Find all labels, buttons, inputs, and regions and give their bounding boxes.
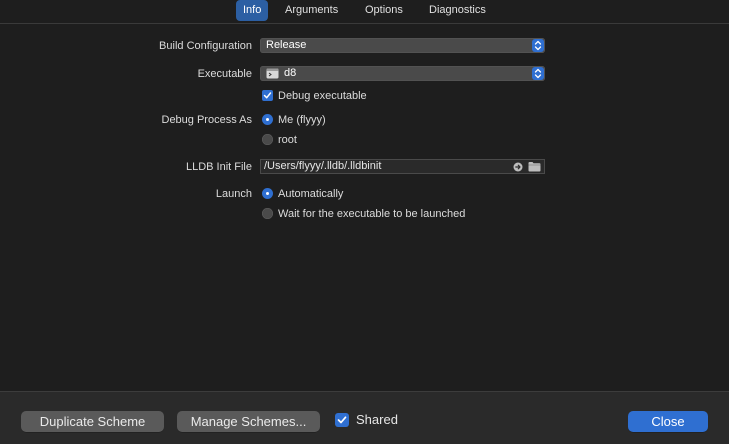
- debug-executable-checkbox[interactable]: [262, 90, 273, 101]
- duplicate-scheme-button[interactable]: Duplicate Scheme: [21, 411, 164, 432]
- radio-root-label: root: [278, 134, 297, 146]
- radio-wait-for-launch-label: Wait for the executable to be launched: [278, 208, 466, 220]
- footer-bar: Duplicate Scheme Manage Schemes... Share…: [0, 391, 729, 444]
- folder-icon[interactable]: [528, 161, 541, 172]
- build-configuration-label: Build Configuration: [159, 40, 252, 52]
- tab-bar: Info Arguments Options Diagnostics: [0, 0, 729, 24]
- radio-me-label: Me (flyyy): [278, 114, 326, 126]
- debug-process-as-label: Debug Process As: [161, 114, 253, 126]
- close-button[interactable]: Close: [628, 411, 708, 432]
- lldb-init-file-label: LLDB Init File: [185, 161, 252, 173]
- terminal-icon: [266, 68, 279, 79]
- executable-value: d8: [284, 67, 297, 79]
- radio-me[interactable]: [262, 114, 273, 125]
- radio-automatically[interactable]: [262, 188, 273, 199]
- tab-info[interactable]: Info: [236, 0, 269, 21]
- tab-options[interactable]: Options: [358, 0, 410, 21]
- popup-arrows-icon: [532, 39, 544, 52]
- build-configuration-value: Release: [266, 39, 307, 51]
- shared-checkbox[interactable]: [335, 413, 349, 427]
- lldb-init-file-field[interactable]: /Users/flyyy/.lldb/.lldbinit: [260, 159, 545, 174]
- radio-wait-for-launch[interactable]: [262, 208, 273, 219]
- lldb-init-file-value: /Users/flyyy/.lldb/.lldbinit: [264, 160, 382, 172]
- reveal-arrow-icon[interactable]: [513, 162, 523, 172]
- radio-root[interactable]: [262, 134, 273, 145]
- tab-arguments[interactable]: Arguments: [278, 0, 345, 21]
- debug-executable-label: Debug executable: [278, 90, 367, 102]
- build-configuration-popup[interactable]: Release: [260, 38, 545, 53]
- radio-automatically-label: Automatically: [278, 188, 344, 200]
- launch-label: Launch: [215, 188, 252, 200]
- executable-label: Executable: [197, 68, 252, 80]
- executable-popup[interactable]: d8: [260, 66, 545, 81]
- shared-label: Shared: [356, 412, 398, 427]
- popup-arrows-icon: [532, 67, 544, 80]
- tab-diagnostics[interactable]: Diagnostics: [422, 0, 493, 21]
- manage-schemes-button[interactable]: Manage Schemes...: [177, 411, 320, 432]
